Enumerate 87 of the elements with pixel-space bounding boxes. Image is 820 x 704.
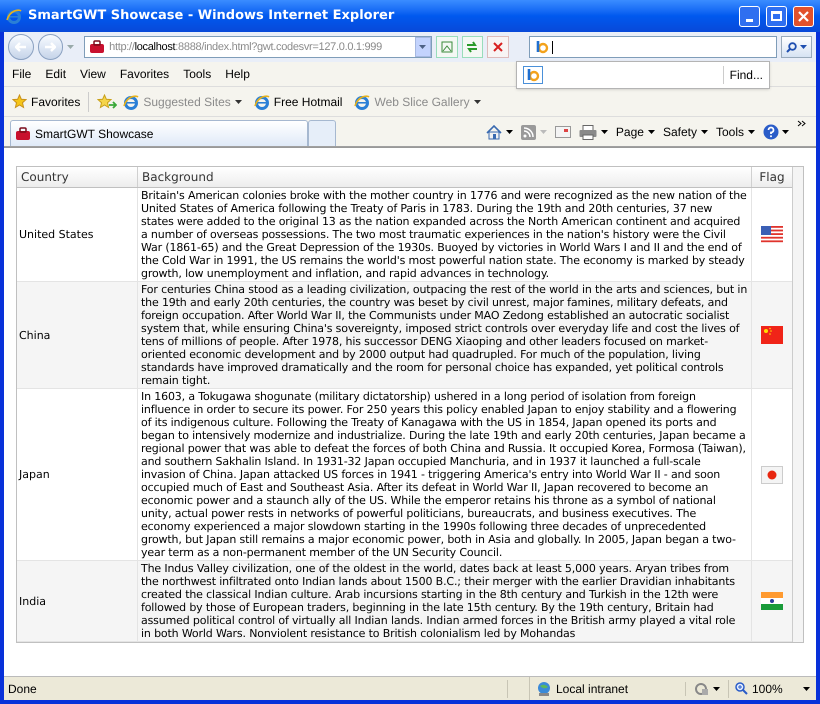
column-header[interactable]: Background bbox=[138, 167, 752, 187]
e-logo-icon bbox=[6, 8, 22, 24]
maximize-button[interactable] bbox=[766, 6, 787, 26]
toolbox-icon bbox=[89, 40, 106, 54]
menu-item[interactable]: Tools bbox=[176, 65, 218, 83]
feeds-button[interactable] bbox=[520, 124, 547, 140]
mail-button[interactable] bbox=[554, 126, 571, 138]
chevron-icon bbox=[797, 120, 806, 127]
help-icon bbox=[763, 124, 779, 140]
caret-icon bbox=[506, 130, 513, 134]
caret-icon bbox=[782, 130, 789, 134]
toolbox-icon bbox=[15, 126, 31, 140]
e-logo-icon bbox=[123, 94, 140, 110]
caret-icon bbox=[67, 45, 74, 49]
caret-icon bbox=[700, 130, 708, 134]
b-logo-icon bbox=[534, 40, 550, 54]
window-title: SmartGWT Showcase - Windows Internet Explorer bbox=[28, 7, 396, 26]
menu-item[interactable]: Help bbox=[218, 65, 257, 83]
caret-icon bbox=[540, 130, 547, 134]
command-bar-menu[interactable]: Page bbox=[616, 123, 655, 141]
back-button[interactable] bbox=[8, 34, 34, 60]
forward-button[interactable] bbox=[38, 34, 64, 60]
back-arrow-icon bbox=[14, 42, 27, 52]
print-button[interactable] bbox=[578, 124, 608, 140]
b-logo-icon bbox=[523, 66, 543, 84]
menu-item[interactable]: File bbox=[10, 65, 38, 83]
caret-icon bbox=[600, 130, 608, 134]
star-icon bbox=[12, 94, 27, 109]
menu-item[interactable]: Edit bbox=[38, 65, 74, 83]
add-favorite-button[interactable] bbox=[97, 94, 118, 110]
close-button[interactable] bbox=[793, 6, 814, 26]
e-logo-icon bbox=[254, 94, 270, 110]
stop-icon bbox=[493, 42, 504, 52]
table-cell: India bbox=[17, 561, 138, 641]
star-arrow-icon bbox=[97, 94, 118, 110]
address-text: http://localhost:8888/index.html?gwt.codesvr=127.0.0.1:999 bbox=[109, 40, 383, 55]
stop-button[interactable] bbox=[487, 36, 509, 58]
table-cell: The Indus Valley civilization, one of the oldest in the world, dates back at least 5,000 years. Aryan tribes from the northwest infiltrated onto Indian lands about 1500 B.C.; their merger with the earlier Dravidian inhabitants created the classical Indian culture. Arab incursions starting in the 8th century and Turkish in the 12th were followed by those of European traders, beginning in the late 15th century. By the 19th century, Britain had assumed political control of virtually all Indian lands. Indian armed forces in the British army played a vital role in both World Wars. Nonviolent resistance to British colonialism led by Mohandas bbox=[138, 561, 752, 641]
favorites-bar-link[interactable]: Free Hotmail bbox=[254, 92, 342, 110]
zoom-button[interactable]: 100% bbox=[728, 680, 816, 698]
column-header[interactable]: Flag bbox=[752, 167, 792, 187]
dropdown-button[interactable] bbox=[414, 37, 431, 57]
caret-icon bbox=[800, 45, 807, 49]
command-bar-menu[interactable]: Safety bbox=[662, 123, 708, 141]
home-button[interactable] bbox=[486, 124, 513, 140]
find-menu-item[interactable]: Find... bbox=[730, 66, 763, 84]
help-button[interactable] bbox=[763, 124, 789, 140]
envelope-icon bbox=[554, 126, 571, 138]
caret-icon bbox=[648, 130, 655, 134]
command-bar-menu[interactable]: Tools bbox=[716, 123, 755, 141]
home-icon bbox=[486, 124, 502, 140]
table-cell: Britain's American colonies broke with the mother country in 1776 and were recognized as the new nation of the United States of America following the Treaty of Paris in 1783. During the 19th and 20th centuries, 37 new states were added to the original 13 as the nation expanded across the North American continent and acquired a number of overseas possessions. The two most traumatic experiences in the nation's history were the Civil War (1861-65) and the Great Depression of the 1930s. Buoyed by victories in World Wars I and II and the end of the Cold War in 1991, the US remains the world's most powerful nation state. The economy is marked by steady growth, low unemployment and inflation, and rapid advances in technology. bbox=[138, 188, 752, 281]
page-icon bbox=[440, 41, 453, 53]
caret-icon bbox=[713, 686, 720, 690]
address-field[interactable]: http://localhost:8888/index.html?gwt.codesvr=127.0.0.1:999 bbox=[84, 36, 432, 58]
caret-icon bbox=[474, 100, 481, 104]
favorites-button[interactable]: Favorites bbox=[12, 92, 80, 110]
table-cell: United States bbox=[17, 188, 138, 281]
compatibility-button[interactable] bbox=[436, 36, 458, 58]
caret-icon bbox=[234, 100, 242, 104]
feed-icon bbox=[520, 124, 536, 140]
caret-icon bbox=[803, 686, 810, 690]
caret-icon bbox=[419, 45, 426, 49]
search-icon bbox=[786, 42, 797, 52]
table-cell: China bbox=[17, 282, 138, 388]
refresh-arrows-icon bbox=[465, 41, 480, 53]
zoom-icon bbox=[735, 682, 748, 695]
close-icon bbox=[798, 10, 809, 22]
caret-icon bbox=[748, 130, 755, 134]
status-text: Done bbox=[4, 680, 508, 698]
refresh-button[interactable] bbox=[462, 36, 484, 58]
forward-arrow-icon bbox=[44, 42, 56, 52]
e-logo-icon bbox=[354, 94, 370, 110]
printer-icon bbox=[578, 124, 597, 140]
table-cell: In 1603, a Tokugawa shogunate (military dictatorship) ushered in a long period of isolation from foreign influence in order to secure its power. For 250 years this policy enabled Japan to enjoy stability and a flowering of its indigenous culture. Following the Treaty of Kanagawa with the US in 1854, Japan opened its ports and began to intensively modernize and industrialize. During the late 19th and early 20th centuries, Japan became a regional power that was able to defeat the forces of both China and Russia. It occupied Korea, Formosa (Taiwan), and southern Sakhalin Island. In 1931-32 Japan occupied Manchuria, and in 1937 it launched a full-scale invasion of China. Japan attacked US forces in 1941 - triggering America's entry into World War II - and soon occupied much of East and Southeast Asia. After its defeat in World War II, Japan recovered to become an economic power and a staunch ally of the US. While the emperor retains his throne as a symbol of national unity, actual power rests in networks of powerful politicians, bureaucrats, and business executives. The economy experienced a major slowdown starting in the 1990s following three decades of unprecedented growth, but Japan still remains a major economic power, both in Asia and globally. In 2005, Japan began a two-year term as a non-permanent member of the UN Security Council. bbox=[138, 389, 752, 560]
menu-item[interactable]: Favorites bbox=[112, 65, 176, 83]
zone-indicator: Local intranet bbox=[530, 680, 685, 698]
menu-item[interactable]: View bbox=[73, 65, 113, 83]
vertical-scrollbar[interactable] bbox=[792, 167, 803, 642]
globe-icon bbox=[536, 680, 552, 696]
table-cell: For centuries China stood as a leading civilization, outpacing the rest of the world in the arts and sciences, but in the 19th and early 20th centuries, the country was beset by civil unrest, major famines, military defeats, and foreign occupation. After World War II, the Communists under MAO Zedong established an autocratic socialist system that, while ensuring China's sovereignty, imposed strict controls over everyday life and cost the lives of tens of millions of people. After 1978, his successor DENG Xiaoping and other leaders focused on market-oriented economic development and by 2000 output had quadrupled. For much of the population, living standards have improved dramatically and the room for personal choice has expanded, yet political controls remain tight. bbox=[138, 282, 752, 388]
column-header[interactable]: Country bbox=[17, 167, 138, 187]
tab[interactable]: SmartGWT Showcase bbox=[10, 120, 308, 146]
search-field[interactable] bbox=[528, 36, 777, 58]
search-button[interactable] bbox=[780, 36, 812, 58]
table-cell: Japan bbox=[17, 389, 138, 560]
minimize-button[interactable] bbox=[739, 6, 760, 26]
